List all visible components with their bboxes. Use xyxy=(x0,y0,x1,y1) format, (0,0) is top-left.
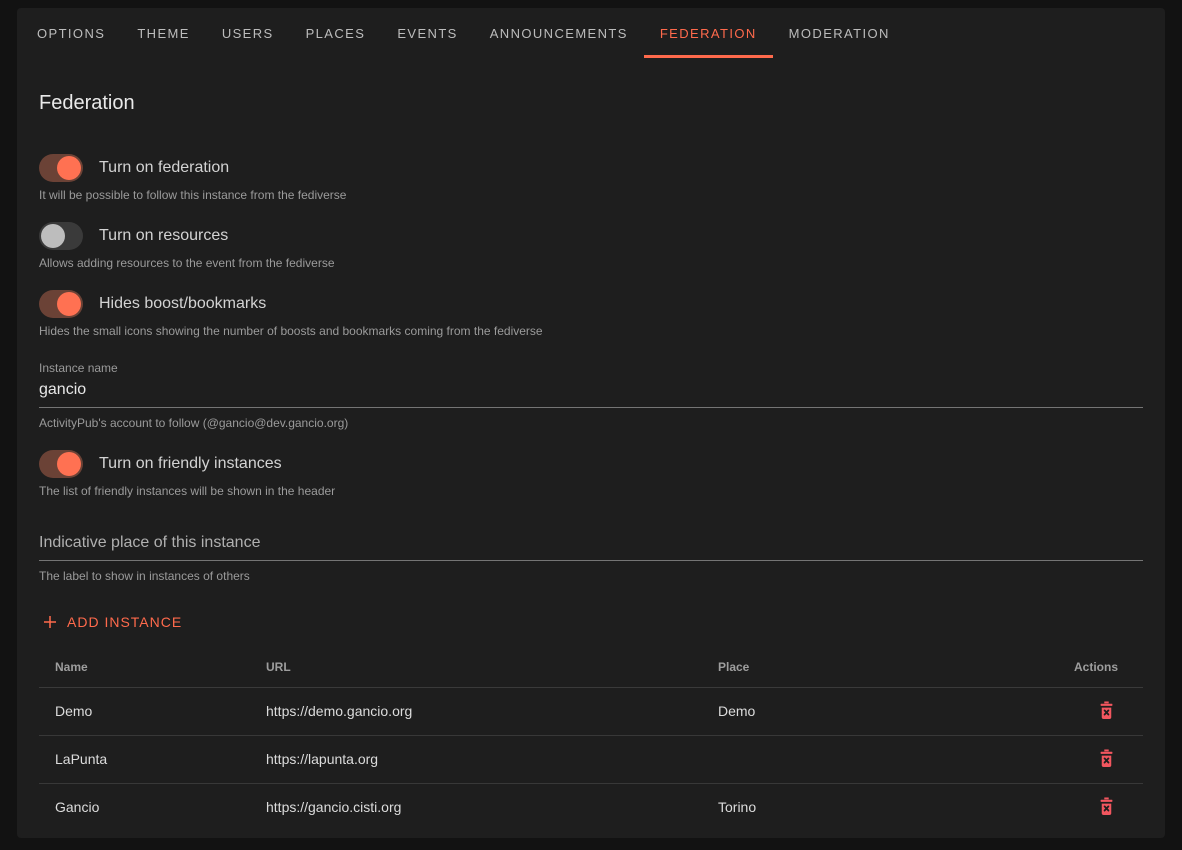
admin-settings-panel: OPTIONS THEME USERS PLACES EVENTS ANNOUN… xyxy=(17,8,1165,838)
table-row: Demo https://demo.gancio.org Demo xyxy=(39,687,1143,735)
tab-announcements[interactable]: ANNOUNCEMENTS xyxy=(474,8,644,58)
instance-name-input[interactable] xyxy=(39,375,1143,408)
tab-places[interactable]: PLACES xyxy=(290,8,382,58)
cell-actions xyxy=(1048,687,1143,735)
cell-actions xyxy=(1048,735,1143,783)
tab-users[interactable]: USERS xyxy=(206,8,290,58)
cell-name: LaPunta xyxy=(39,735,250,783)
friendly-toggle-caption: The list of friendly instances will be s… xyxy=(39,484,1143,498)
tab-moderation[interactable]: MODERATION xyxy=(773,8,906,58)
cell-url: https://lapunta.org xyxy=(250,735,702,783)
instance-place-hint: The label to show in instances of others xyxy=(39,569,1143,583)
hide-boost-toggle[interactable] xyxy=(39,290,83,318)
boost-toggle-caption: Hides the small icons showing the number… xyxy=(39,324,1143,338)
tab-options[interactable]: OPTIONS xyxy=(21,8,121,58)
header-url: URL xyxy=(250,647,702,687)
instance-name-field-group: Instance name ActivityPub's account to f… xyxy=(39,361,1143,430)
trash-delete-icon xyxy=(1097,796,1116,817)
cell-url: https://gancio.cisti.org xyxy=(250,783,702,831)
header-actions: Actions xyxy=(1048,647,1143,687)
cell-place xyxy=(702,735,1048,783)
trash-delete-icon xyxy=(1097,748,1116,769)
cell-name: Demo xyxy=(39,687,250,735)
friendly-toggle-label: Turn on friendly instances xyxy=(99,455,282,473)
hide-boost-toggle-label: Hides boost/bookmarks xyxy=(99,295,266,313)
boost-toggle-row: Hides boost/bookmarks xyxy=(39,290,1143,318)
resources-toggle[interactable] xyxy=(39,222,83,250)
trash-delete-icon xyxy=(1097,700,1116,721)
friendly-toggle-row: Turn on friendly instances xyxy=(39,450,1143,478)
page-title: Federation xyxy=(39,92,1143,115)
instance-name-hint: ActivityPub's account to follow (@gancio… xyxy=(39,416,1143,430)
instances-table: Name URL Place Actions Demo https://demo… xyxy=(39,647,1143,831)
resources-toggle-caption: Allows adding resources to the event fro… xyxy=(39,256,1143,270)
table-row: Gancio https://gancio.cisti.org Torino xyxy=(39,783,1143,831)
delete-instance-button[interactable] xyxy=(1095,698,1118,723)
toggle-thumb xyxy=(41,224,65,248)
resources-toggle-label: Turn on resources xyxy=(99,227,228,245)
delete-instance-button[interactable] xyxy=(1095,794,1118,819)
federation-toggle-label: Turn on federation xyxy=(99,159,229,177)
table-header-row: Name URL Place Actions xyxy=(39,647,1143,687)
friendly-instances-toggle[interactable] xyxy=(39,450,83,478)
cell-url: https://demo.gancio.org xyxy=(250,687,702,735)
tab-events[interactable]: EVENTS xyxy=(381,8,473,58)
cell-place: Torino xyxy=(702,783,1048,831)
header-name: Name xyxy=(39,647,250,687)
toggle-thumb xyxy=(57,452,81,476)
instance-name-label: Instance name xyxy=(39,361,1143,375)
instance-place-input[interactable] xyxy=(39,528,1143,561)
federation-toggle-row: Turn on federation xyxy=(39,154,1143,182)
cell-name: Gancio xyxy=(39,783,250,831)
resources-toggle-row: Turn on resources xyxy=(39,222,1143,250)
add-instance-button[interactable]: ADD INSTANCE xyxy=(39,609,184,635)
instance-place-field-group: The label to show in instances of others xyxy=(39,528,1143,583)
header-place: Place xyxy=(702,647,1048,687)
federation-settings: Federation Turn on federation It will be… xyxy=(17,92,1165,831)
tab-theme[interactable]: THEME xyxy=(121,8,206,58)
federation-toggle-caption: It will be possible to follow this insta… xyxy=(39,188,1143,202)
federation-toggle[interactable] xyxy=(39,154,83,182)
admin-tab-bar: OPTIONS THEME USERS PLACES EVENTS ANNOUN… xyxy=(17,8,1165,58)
cell-actions xyxy=(1048,783,1143,831)
plus-icon xyxy=(41,613,59,631)
toggle-thumb xyxy=(57,156,81,180)
tab-federation[interactable]: FEDERATION xyxy=(644,8,773,58)
toggle-thumb xyxy=(57,292,81,316)
cell-place: Demo xyxy=(702,687,1048,735)
delete-instance-button[interactable] xyxy=(1095,746,1118,771)
table-row: LaPunta https://lapunta.org xyxy=(39,735,1143,783)
add-instance-label: ADD INSTANCE xyxy=(67,614,182,630)
